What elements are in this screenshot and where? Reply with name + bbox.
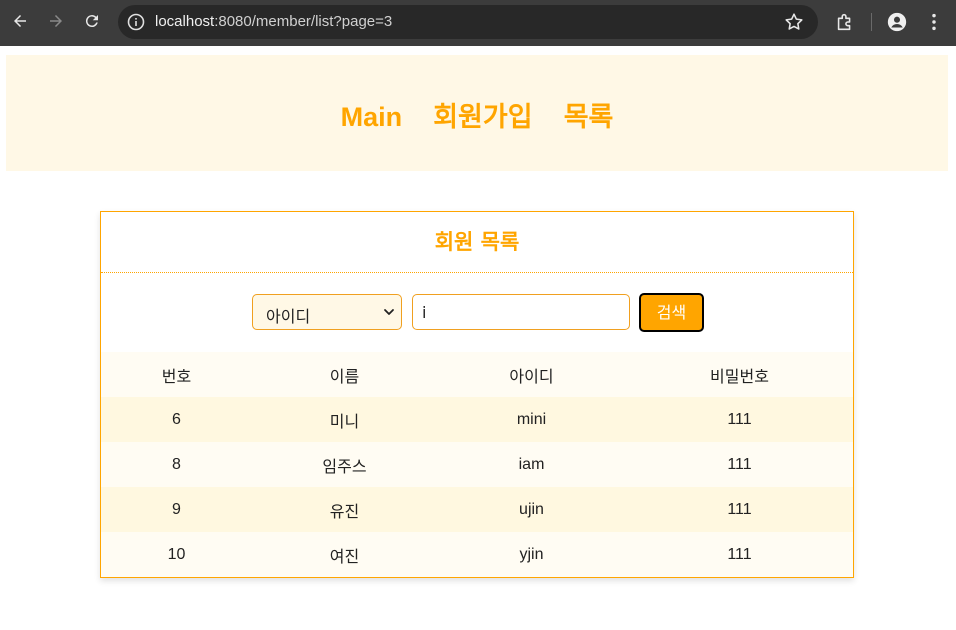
search-button[interactable]: 검색 <box>639 293 704 332</box>
chevron-down-icon <box>384 309 394 315</box>
profile-avatar-icon[interactable] <box>886 11 908 33</box>
member-table: 번호 이름 아이디 비밀번호 6 미니 mini 111 8 임주스 iam 1… <box>101 352 853 577</box>
nav-link-signup[interactable]: 회원가입 <box>433 95 532 134</box>
main-nav: Main 회원가입 목록 <box>6 95 948 134</box>
reload-button[interactable] <box>80 9 104 33</box>
more-menu-icon[interactable] <box>923 11 945 33</box>
cell-name: 미니 <box>329 413 360 431</box>
nav-link-main[interactable]: Main <box>341 102 403 133</box>
extensions-puzzle-icon[interactable] <box>834 11 856 33</box>
arrow-right-icon <box>50 15 62 27</box>
search-field-select[interactable]: 아이디 <box>252 294 402 330</box>
toolbar-divider <box>871 13 872 31</box>
search-input-value: i <box>422 303 427 322</box>
table-row: 9 유진 ujin 111 <box>101 487 853 532</box>
arrow-left-icon <box>14 15 26 27</box>
cell-id: iam <box>518 455 545 473</box>
member-list-card: 회원 목록 아이디 i 검색 번호 이름 아이디 비밀번호 6 미니 mini … <box>100 211 854 578</box>
table-row: 10 여진 yjin 111 <box>101 532 853 577</box>
url-host: localhost <box>155 13 215 30</box>
search-input[interactable]: i <box>412 294 630 330</box>
cell-password: 111 <box>727 500 752 518</box>
site-header: Main 회원가입 목록 <box>6 55 948 171</box>
cell-password: 111 <box>727 455 752 473</box>
cell-id: ujin <box>519 500 544 518</box>
cell-number: 8 <box>172 455 181 473</box>
info-icon[interactable] <box>126 12 146 32</box>
cell-id: mini <box>516 410 547 428</box>
cell-id: yjin <box>519 545 544 563</box>
table-row: 8 임주스 iam 111 <box>101 442 853 487</box>
url-path: :8080/member/list?page=3 <box>214 13 393 30</box>
table-row: 6 미니 mini 111 <box>101 397 853 442</box>
cell-name: 여진 <box>329 548 360 566</box>
column-header-number: 번호 <box>161 368 192 386</box>
browser-toolbar: localhost:8080/member/list?page=3 <box>0 0 956 46</box>
reload-icon <box>85 15 98 28</box>
address-bar[interactable]: localhost:8080/member/list?page=3 <box>118 5 818 39</box>
url-text[interactable]: localhost:8080/member/list?page=3 <box>155 13 392 30</box>
search-form: 아이디 i 검색 <box>101 293 853 334</box>
cell-name: 유진 <box>329 503 360 521</box>
cell-password: 111 <box>727 545 752 563</box>
forward-button[interactable] <box>44 9 68 33</box>
select-value: 아이디 <box>266 307 311 326</box>
column-header-id: 아이디 <box>509 368 554 386</box>
table-header-row: 번호 이름 아이디 비밀번호 <box>101 352 853 397</box>
cell-name: 임주스 <box>322 458 367 476</box>
nav-link-list[interactable]: 목록 <box>564 95 614 134</box>
cell-number: 6 <box>172 410 181 428</box>
back-button[interactable] <box>8 9 32 33</box>
column-header-password: 비밀번호 <box>710 368 769 386</box>
cell-password: 111 <box>727 410 752 428</box>
cell-number: 10 <box>167 545 186 563</box>
column-header-name: 이름 <box>329 368 360 386</box>
cell-number: 9 <box>172 500 181 518</box>
card-title: 회원 목록 <box>101 212 853 273</box>
bookmark-star-icon[interactable] <box>783 11 805 33</box>
